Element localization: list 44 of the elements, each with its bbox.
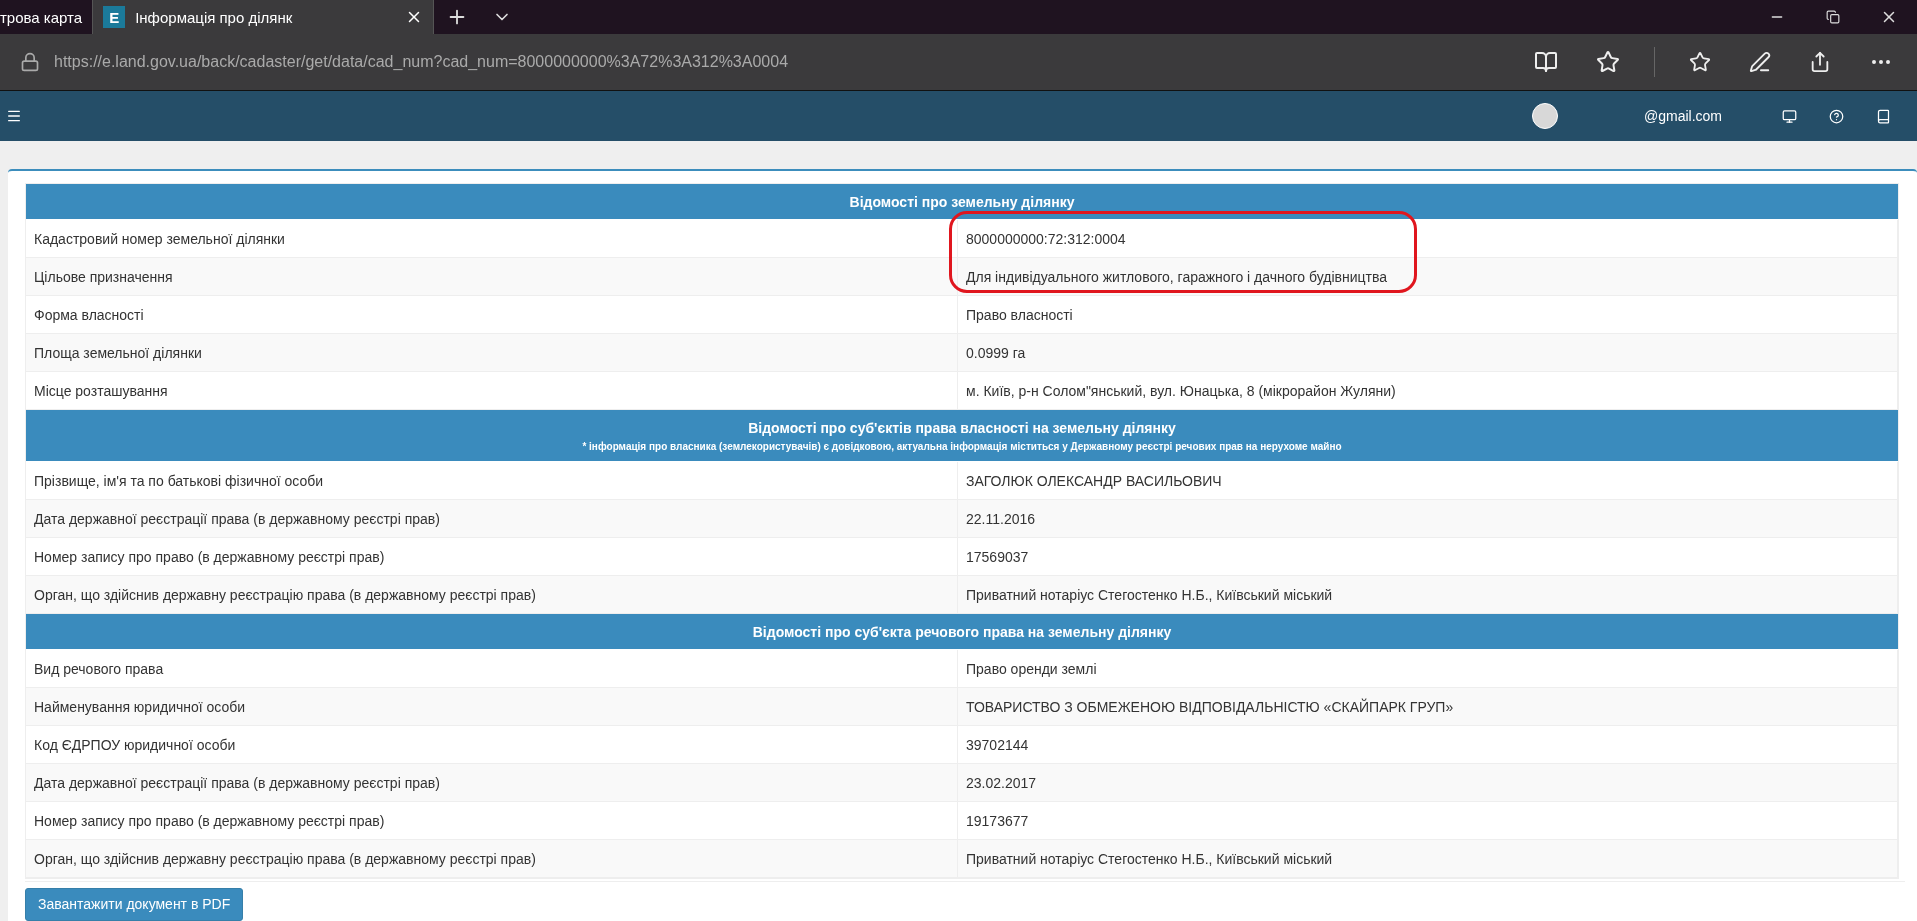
- field-label: Номер запису про право (в державному реєстрі прав): [26, 802, 958, 839]
- field-value: 17569037: [958, 538, 1898, 575]
- site-icon: E: [103, 6, 126, 28]
- field-value: ЗАГОЛЮК ОЛЕКСАНДР ВАСИЛЬОВИЧ: [958, 462, 1898, 499]
- field-label: Дата державної реєстрації права (в державному реєстрі прав): [26, 764, 958, 801]
- field-value: Право оренди землі: [958, 650, 1898, 687]
- field-value: 19173677: [958, 802, 1898, 839]
- field-label: Прізвище, ім'я та по батькові фізичної особи: [26, 462, 958, 499]
- help-icon[interactable]: [1829, 108, 1844, 124]
- field-value: 0.0999 га: [958, 334, 1898, 371]
- field-value: Приватний нотаріус Стегостенко Н.Б., Київський міський: [958, 840, 1898, 877]
- lock-icon: [20, 52, 40, 72]
- field-label: Дата державної реєстрації права (в державному реєстрі прав): [26, 500, 958, 537]
- field-label: Найменування юридичної особи: [26, 688, 958, 725]
- menu-icon[interactable]: [6, 108, 22, 124]
- field-value: Для індивідуального житлового, гаражного і дачного будівництва: [958, 258, 1898, 295]
- field-label: Орган, що здійснив державну реєстрацію права (в державному реєстрі прав): [26, 576, 958, 613]
- field-label: Кадастровий номер земельної ділянки: [26, 220, 958, 257]
- field-value: 23.02.2017: [958, 764, 1898, 801]
- monitor-icon[interactable]: [1782, 108, 1797, 124]
- field-value: 39702144: [958, 726, 1898, 763]
- section-title: Відомості про земельну ділянку: [848, 194, 1076, 210]
- browser-tab[interactable]: E Інформація про ділянк: [93, 0, 435, 34]
- field-label: Номер запису про право (в державному реєстрі прав): [26, 538, 958, 575]
- field-label: Форма власності: [26, 296, 958, 333]
- section-title: Відомості про суб'єктів права власності на земельну ділянку: [747, 420, 1177, 436]
- field-value: м. Київ, р-н Солом"янський, вул. Юнацька, 8 (мікрорайон Жуляни): [958, 372, 1898, 409]
- section-title: Відомості про суб'єкта речового права на земельну ділянку: [751, 624, 1173, 640]
- field-value: ТОВАРИСТВО З ОБМЕЖЕНОЮ ВІДПОВІДАЛЬНІСТЮ «СКАЙПАРК ГРУП»: [958, 688, 1898, 725]
- field-value: 8000000000:72:312:0004: [958, 220, 1898, 257]
- field-label: Площа земельної ділянки: [26, 334, 958, 371]
- field-label: Код ЄДРПОУ юридичної особи: [26, 726, 958, 763]
- field-value: Право власності: [958, 296, 1898, 333]
- field-value: 22.11.2016: [958, 500, 1898, 537]
- field-label: Орган, що здійснив державну реєстрацію права (в державному реєстрі прав): [26, 840, 958, 877]
- section-note: * інформація про власника (землекористувачів) є довідковою, актуальна інформація міститься у Державному реєстрі речових прав на нерухоме майно: [581, 441, 1343, 452]
- user-email: @gmail.com: [1644, 108, 1722, 124]
- field-value: Приватний нотаріус Стегостенко Н.Б., Київський міський: [958, 576, 1898, 613]
- download-pdf-button[interactable]: Завантажити документ в PDF: [25, 888, 244, 921]
- field-label: Вид речового права: [26, 650, 958, 687]
- field-label: Місце розташування: [26, 372, 958, 409]
- field-label: Цільове призначення: [26, 258, 958, 295]
- book-icon[interactable]: [1876, 108, 1891, 124]
- avatar[interactable]: [1532, 103, 1558, 129]
